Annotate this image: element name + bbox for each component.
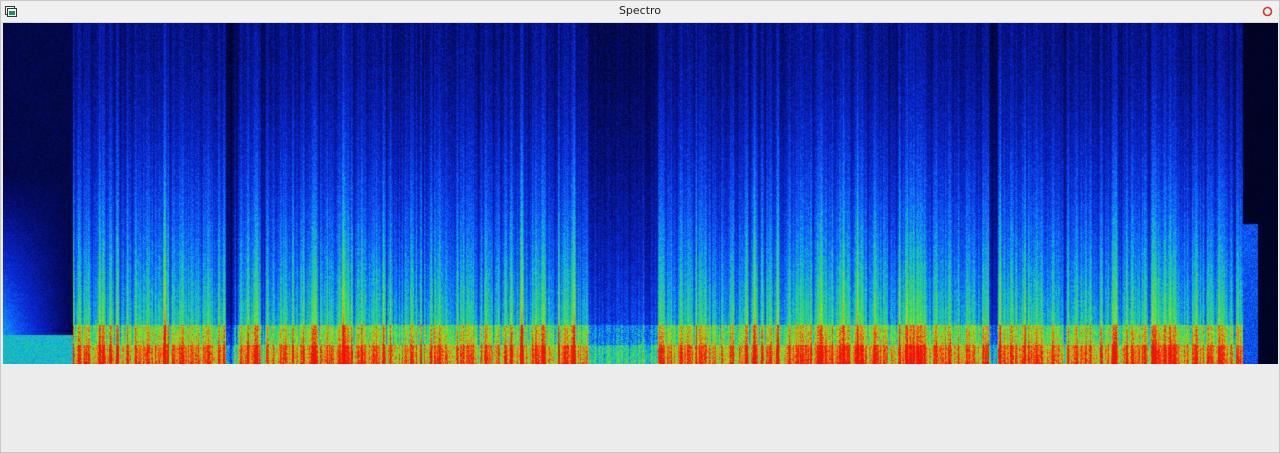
spectrogram-image — [3, 23, 1278, 364]
close-icon[interactable] — [1262, 6, 1273, 17]
spectrogram-view[interactable] — [3, 23, 1278, 364]
title-bar[interactable]: Spectro — [1, 1, 1279, 23]
spectro-window: Spectro — [0, 0, 1280, 453]
empty-lower-panel — [1, 365, 1279, 452]
window-title: Spectro — [618, 4, 662, 17]
